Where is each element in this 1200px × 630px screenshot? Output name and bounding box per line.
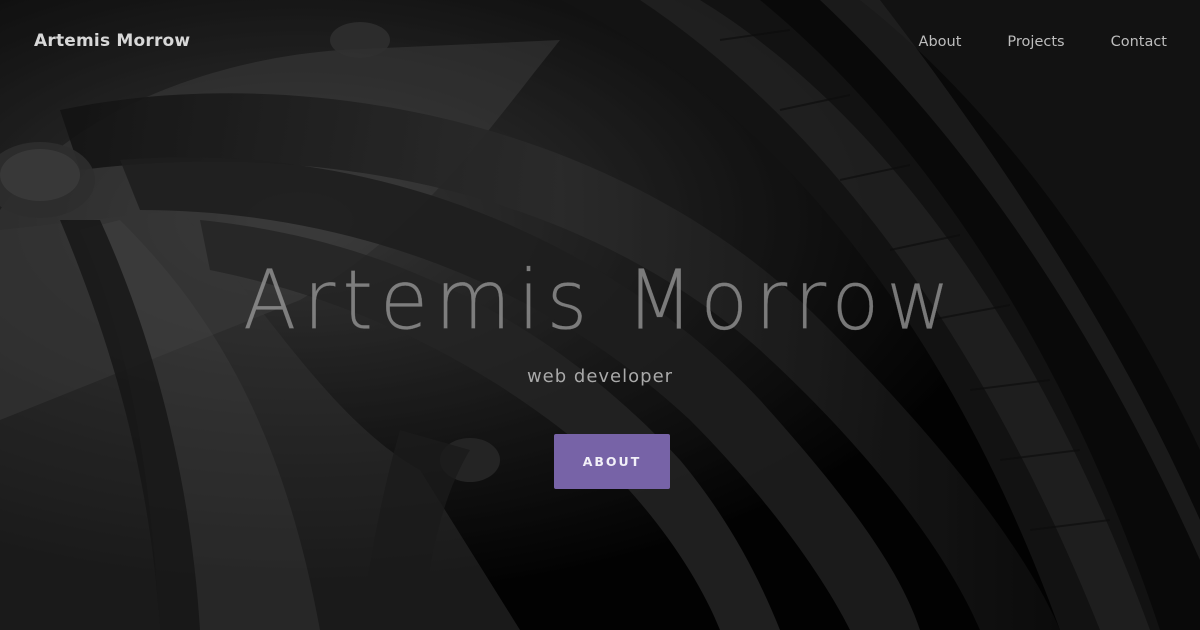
hero-section: Artemis Morrow About Projects Contact Ar… (0, 0, 1200, 630)
about-button[interactable]: ABOUT (554, 434, 670, 489)
nav-item-contact[interactable]: Contact (1111, 34, 1167, 50)
nav-item-projects[interactable]: Projects (1007, 34, 1064, 50)
hero-subtitle: web developer (526, 366, 674, 387)
main-nav: About Projects Contact (919, 34, 1167, 50)
hero-title-text: Artemis Morrow (242, 253, 958, 349)
brand-logo-link[interactable]: Artemis Morrow (34, 31, 190, 51)
hero-title: Artemis Morrow (0, 253, 1200, 349)
nav-item-about[interactable]: About (919, 34, 962, 50)
